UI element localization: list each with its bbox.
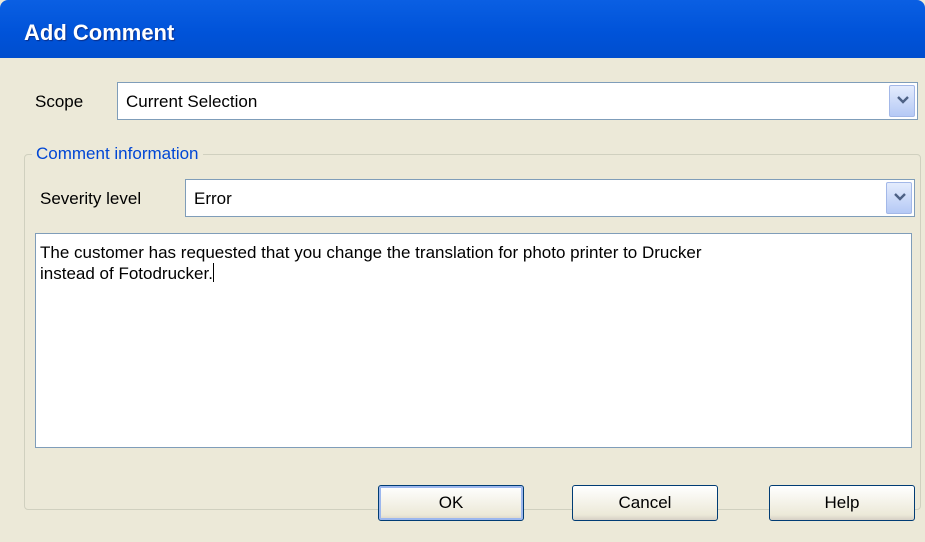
text-caret	[212, 263, 214, 282]
chevron-down-icon	[894, 193, 906, 201]
severity-dropdown[interactable]: Error	[185, 179, 915, 217]
scope-label: Scope	[35, 92, 84, 111]
group-legend: Comment information	[32, 144, 203, 164]
severity-dropdown-button[interactable]	[886, 182, 912, 214]
comment-text: The customer has requested that you chan…	[40, 243, 702, 283]
scope-dropdown-button[interactable]	[889, 85, 915, 117]
ok-button[interactable]: OK	[378, 485, 524, 521]
chevron-down-icon	[897, 96, 909, 104]
dialog-title: Add Comment	[24, 20, 175, 45]
add-comment-dialog: Add Comment Scope Current Selection Comm…	[0, 0, 925, 542]
dialog-body: Scope Current Selection Comment informat…	[0, 58, 925, 542]
cancel-button[interactable]: Cancel	[572, 485, 718, 521]
scope-dropdown[interactable]: Current Selection	[117, 82, 918, 120]
severity-selected-value: Error	[194, 189, 232, 208]
severity-label: Severity level	[40, 189, 142, 208]
comment-textarea[interactable]: The customer has requested that you chan…	[35, 233, 912, 448]
help-button[interactable]: Help	[769, 485, 915, 521]
scope-selected-value: Current Selection	[126, 92, 258, 111]
